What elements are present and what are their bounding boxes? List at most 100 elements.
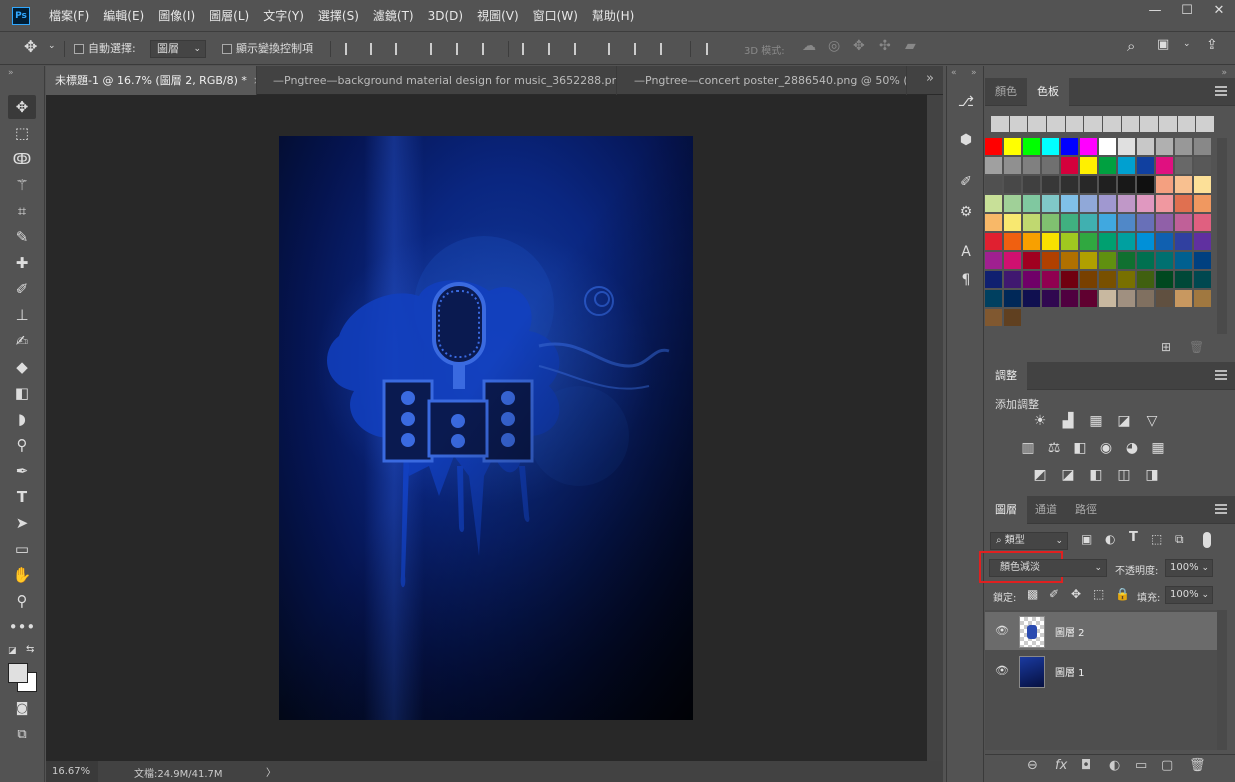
swatch[interactable] (1004, 290, 1022, 308)
canvas-area[interactable] (46, 95, 927, 761)
swatch[interactable] (1156, 157, 1174, 175)
menu-3d[interactable]: 3D(D) (421, 0, 470, 32)
brush-settings-icon[interactable]: ✐ (956, 172, 976, 192)
swatch[interactable] (1137, 233, 1155, 251)
distribute-top-icon[interactable] (522, 43, 536, 55)
swatch[interactable] (1023, 271, 1041, 289)
search-icon[interactable]: ⌕ (1127, 37, 1135, 55)
posterize-icon[interactable]: ◪ (1059, 468, 1077, 484)
swatch[interactable] (1194, 214, 1212, 232)
tab-untitled-1[interactable]: 未標題-1 @ 16.7% (圖層 2, RGB/8) * × (46, 66, 257, 95)
swatch[interactable] (1175, 290, 1193, 308)
selective-color-icon[interactable]: ◨ (1143, 468, 1161, 484)
3d-scale-icon[interactable]: ▰ (905, 38, 916, 54)
expand-panels-icon[interactable]: « (951, 68, 957, 78)
swatch[interactable] (1080, 290, 1098, 308)
filter-smart-object-icon[interactable]: ⧉ (1175, 532, 1184, 547)
auto-select-checkbox[interactable]: 自動選擇: (74, 40, 136, 56)
blur-tool-icon[interactable]: ◗ (8, 407, 36, 431)
swatch[interactable] (1061, 252, 1079, 270)
swatch[interactable] (1080, 233, 1098, 251)
swatch[interactable] (1194, 252, 1212, 270)
menu-layer[interactable]: 圖層(L) (202, 0, 256, 32)
close-button[interactable]: ✕ (1203, 0, 1235, 24)
swatch[interactable] (1118, 271, 1136, 289)
channel-mixer-icon[interactable]: ◕ (1123, 441, 1141, 457)
filter-pixel-icon[interactable]: ▣ (1081, 532, 1092, 546)
swatch[interactable] (1004, 176, 1022, 194)
swatch[interactable] (1004, 157, 1022, 175)
gradient-map-icon[interactable]: ◫ (1115, 468, 1133, 484)
default-colors-icon[interactable]: ◪ (8, 646, 17, 656)
align-left-icon[interactable] (430, 43, 444, 55)
photo-filter-icon[interactable]: ◉ (1097, 441, 1115, 457)
swatch[interactable] (1194, 233, 1212, 251)
swatch[interactable] (1023, 195, 1041, 213)
swatch[interactable] (1042, 214, 1060, 232)
fill-input[interactable]: 100% ⌄ (1165, 586, 1213, 604)
swatch[interactable] (1099, 157, 1117, 175)
lock-all-icon[interactable]: 🔒 (1115, 587, 1130, 601)
brush-tool-icon[interactable]: ✐ (8, 277, 36, 301)
swatch[interactable] (1042, 195, 1060, 213)
photoshop-logo-icon[interactable]: Ps (12, 7, 30, 25)
swatch[interactable] (985, 195, 1003, 213)
swatch[interactable] (1194, 195, 1212, 213)
swatch[interactable] (1080, 252, 1098, 270)
align-vcenter-icon[interactable] (370, 43, 384, 55)
close-icon[interactable]: × (253, 74, 256, 87)
swatch[interactable] (1004, 271, 1022, 289)
layer-row-1[interactable]: 👁 圖層 1 (985, 652, 1217, 690)
swatch[interactable] (1194, 271, 1212, 289)
distribute-hcenter-icon[interactable] (634, 43, 648, 55)
swatch[interactable] (1023, 252, 1041, 270)
swatch[interactable] (1061, 157, 1079, 175)
swatch[interactable] (1118, 233, 1136, 251)
swatch[interactable] (985, 252, 1003, 270)
lock-artboard-icon[interactable]: ⬚ (1093, 587, 1104, 601)
3d-roll-icon[interactable]: ◎ (828, 38, 840, 54)
screen-mode-icon[interactable]: ⧉ (8, 723, 36, 747)
menu-edit[interactable]: 編輯(E) (96, 0, 151, 32)
collapse-icon[interactable]: » (8, 68, 14, 78)
align-top-icon[interactable] (345, 43, 359, 55)
swatch[interactable] (1137, 157, 1155, 175)
swatch[interactable] (1042, 138, 1060, 156)
swatch[interactable] (1137, 214, 1155, 232)
swatch[interactable] (1042, 176, 1060, 194)
type-tool-icon[interactable]: T (8, 485, 36, 509)
swatch[interactable] (1028, 116, 1047, 132)
layer-name[interactable]: 圖層 1 (1055, 664, 1085, 679)
swatch[interactable] (1156, 271, 1174, 289)
quick-mask-icon[interactable]: ◙ (8, 697, 36, 721)
3d-pan-icon[interactable]: ✥ (853, 38, 865, 54)
swatch[interactable] (1156, 214, 1174, 232)
swatch[interactable] (1080, 214, 1098, 232)
layer-filter-dropdown[interactable]: ⌕ 類型 ⌄ (990, 532, 1068, 550)
swatch[interactable] (1042, 271, 1060, 289)
swatch[interactable] (985, 309, 1003, 327)
swatch[interactable] (985, 138, 1003, 156)
swatch[interactable] (1137, 138, 1155, 156)
swatch[interactable] (1004, 252, 1022, 270)
swatch[interactable] (1099, 214, 1117, 232)
gradient-tool-icon[interactable]: ◧ (8, 381, 36, 405)
swatch[interactable] (1175, 252, 1193, 270)
zoom-tool-icon[interactable]: ⚲ (8, 589, 36, 613)
filter-toggle-icon[interactable] (1203, 532, 1211, 548)
swatch[interactable] (1156, 195, 1174, 213)
show-transform-checkbox[interactable]: 顯示變換控制項 (222, 40, 313, 56)
swatch[interactable] (1118, 176, 1136, 194)
move-tool-icon[interactable]: ✥ (8, 95, 36, 119)
add-mask-icon[interactable]: ◘ (1081, 758, 1091, 773)
pen-tool-icon[interactable]: ✒ (8, 459, 36, 483)
swatch[interactable] (1175, 157, 1193, 175)
align-right-icon[interactable] (482, 43, 496, 55)
menu-select[interactable]: 選擇(S) (311, 0, 366, 32)
swatch[interactable] (991, 116, 1009, 132)
menu-type[interactable]: 文字(Y) (256, 0, 311, 32)
share-icon[interactable]: ⇪ (1206, 37, 1218, 53)
swatch[interactable] (1194, 290, 1212, 308)
swatch[interactable] (1099, 252, 1117, 270)
maximize-button[interactable]: ☐ (1171, 0, 1203, 24)
